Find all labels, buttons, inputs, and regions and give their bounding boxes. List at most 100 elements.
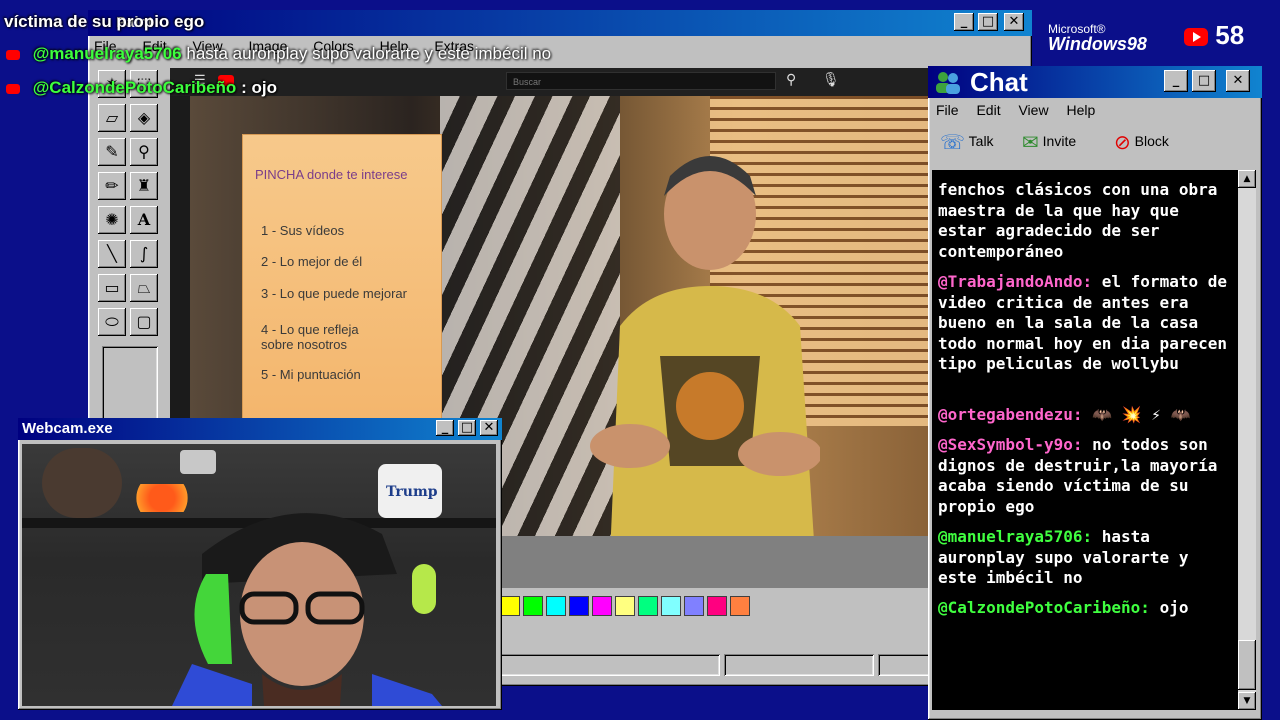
video-slide: PINCHA donde te interese 1 - Sus vídeos … — [242, 134, 442, 448]
ellipse-icon[interactable]: ⬭ — [98, 308, 126, 336]
swatch-1[interactable] — [523, 596, 543, 616]
pencil-icon[interactable]: ✏ — [98, 172, 126, 200]
chat-message-user: @SexSymbol-y9o: — [938, 435, 1083, 454]
play-button-award-icon — [180, 450, 216, 474]
overlay-chat-text: ojo — [251, 78, 277, 97]
slide-item: 1 - Sus vídeos — [261, 223, 345, 238]
talk-label: Talk — [968, 133, 994, 150]
close-button[interactable]: ✕ — [1226, 70, 1250, 92]
viewer-count-value: 58 — [1215, 20, 1245, 50]
maximize-button[interactable]: □ — [458, 420, 476, 436]
talk-button[interactable]: ☏ Talk — [940, 130, 994, 155]
polygon-icon[interactable]: ⏢ — [130, 274, 158, 302]
swatch-10[interactable] — [730, 596, 750, 616]
webcam-title: Webcam.exe — [22, 420, 113, 437]
chat-scrollbar[interactable]: ▲ ▼ — [1238, 170, 1256, 710]
overlay-chat-line: víctima de su propio ego — [4, 12, 204, 32]
close-button[interactable]: ✕ — [1004, 13, 1024, 31]
slide-item: 5 - Mi puntuación — [261, 367, 361, 382]
color-palette — [500, 596, 753, 618]
chat-message-user: @TrabajandoAndo: — [938, 272, 1093, 291]
chat-message: @SexSymbol-y9o: no todos son dignos de d… — [938, 435, 1234, 517]
paint-titlebar[interactable]: Paint _ □ ✕ — [88, 10, 1032, 36]
slide-item: 3 - Lo que puede mejorar — [261, 286, 407, 301]
overlay-chat-line: @CalzondePotoCaribeño : ojo — [6, 78, 277, 98]
overlay-chat-text: víctima de su propio ego — [4, 12, 205, 31]
microphone-icon[interactable]: 🎙 — [822, 71, 840, 88]
curve-icon[interactable]: ∫ — [130, 240, 158, 268]
close-button[interactable]: ✕ — [480, 420, 498, 436]
line-icon[interactable]: ╲ — [98, 240, 126, 268]
chat-title: Chat — [970, 67, 1028, 97]
scroll-thumb[interactable] — [1238, 640, 1256, 690]
chat-message-text: 🦇 💥 ⚡ 🦇 — [1092, 405, 1191, 424]
rounded-rect-icon[interactable]: ▢ — [130, 308, 158, 336]
swatch-2[interactable] — [546, 596, 566, 616]
fill-bucket-icon[interactable]: ◈ — [130, 104, 158, 132]
webcam-titlebar[interactable]: Webcam.exe _ □ ✕ — [18, 418, 502, 440]
chat-menu-file[interactable]: File — [936, 102, 959, 118]
slide-item: 4 - Lo que refleja sobre nosotros — [261, 322, 359, 352]
youtube-topbar: ☰ Buscar ⚲ 🎙 — [170, 68, 928, 96]
swatch-3[interactable] — [569, 596, 589, 616]
chat-message-text: fenchos clásicos con una obra maestra de… — [938, 180, 1218, 261]
chat-titlebar[interactable]: Chat _ □ ✕ — [928, 66, 1262, 98]
chat-message-user: @ortegabendezu: — [938, 405, 1083, 424]
toolbox: ✶ ⬚ ▱ ◈ ✎ ⚲ ✏ ♜ ✺ A ╲ ∫ ▭ ⏢ ⬭ ▢ — [98, 70, 166, 430]
swatch-0[interactable] — [500, 596, 520, 616]
youtube-icon — [6, 49, 20, 60]
invite-button[interactable]: ✉ Invite — [1022, 130, 1076, 155]
chat-log[interactable]: fenchos clásicos con una obra maestra de… — [932, 170, 1238, 710]
swatch-7[interactable] — [661, 596, 681, 616]
chat-menu-edit[interactable]: Edit — [976, 102, 1000, 118]
overlay-chat-user: @manuelraya5706 — [32, 44, 182, 63]
status-cell-position — [724, 654, 874, 676]
scroll-down-icon[interactable]: ▼ — [1238, 692, 1256, 710]
search-icon[interactable]: ⚲ — [786, 71, 796, 88]
swatch-6[interactable] — [638, 596, 658, 616]
airbrush-icon[interactable]: ✺ — [98, 206, 126, 234]
maximize-button[interactable]: □ — [1192, 70, 1216, 92]
talk-icon: ☏ — [940, 132, 966, 154]
chat-message-text: ojo — [1159, 598, 1189, 617]
youtube-icon — [1184, 28, 1208, 47]
minimize-button[interactable]: _ — [1164, 70, 1188, 92]
block-label: Block — [1134, 133, 1169, 150]
streamer — [172, 513, 442, 706]
chat-message-user: @manuelraya5706: — [938, 527, 1093, 546]
maximize-button[interactable]: □ — [978, 13, 998, 31]
presenter — [590, 156, 820, 536]
chat-message: fenchos clásicos con una obra maestra de… — [938, 180, 1234, 262]
slide-title: PINCHA donde te interese — [255, 167, 408, 182]
rectangle-icon[interactable]: ▭ — [98, 274, 126, 302]
swatch-9[interactable] — [707, 596, 727, 616]
block-button[interactable]: ⊘ Block — [1114, 130, 1169, 155]
chat-message-user: @CalzondePotoCaribeño: — [938, 598, 1150, 617]
figure — [42, 448, 122, 518]
webcam-feed: Trump — [22, 444, 496, 706]
youtube-icon — [6, 83, 20, 94]
minimize-button[interactable]: _ — [954, 13, 974, 31]
overlay-chat-line: @manuelraya5706 hasta auronplay supo val… — [6, 44, 551, 64]
eraser-icon[interactable]: ▱ — [98, 104, 126, 132]
invite-icon: ✉ — [1022, 132, 1039, 154]
swatch-5[interactable] — [615, 596, 635, 616]
swatch-4[interactable] — [592, 596, 612, 616]
text-tool-icon[interactable]: A — [130, 206, 158, 234]
status-cell-main — [500, 654, 720, 676]
brush-icon[interactable]: ♜ — [130, 172, 158, 200]
chat-menu-view[interactable]: View — [1018, 102, 1048, 118]
chat-message: @CalzondePotoCaribeño: ojo — [938, 598, 1234, 619]
color-picker-icon[interactable]: ✎ — [98, 138, 126, 166]
chat-people-icon — [934, 70, 962, 94]
swatch-8[interactable] — [684, 596, 704, 616]
invite-label: Invite — [1042, 133, 1077, 150]
chat-window: Chat _ □ ✕ File Edit View Help ☏ Talk ✉ … — [928, 66, 1262, 720]
chat-menu-help[interactable]: Help — [1066, 102, 1095, 118]
magnifier-icon[interactable]: ⚲ — [130, 138, 158, 166]
tool-options[interactable] — [102, 346, 158, 426]
minimize-button[interactable]: _ — [436, 420, 454, 436]
scroll-up-icon[interactable]: ▲ — [1238, 170, 1256, 188]
chat-menubar: File Edit View Help — [936, 102, 1109, 118]
search-input[interactable]: Buscar — [506, 72, 776, 90]
